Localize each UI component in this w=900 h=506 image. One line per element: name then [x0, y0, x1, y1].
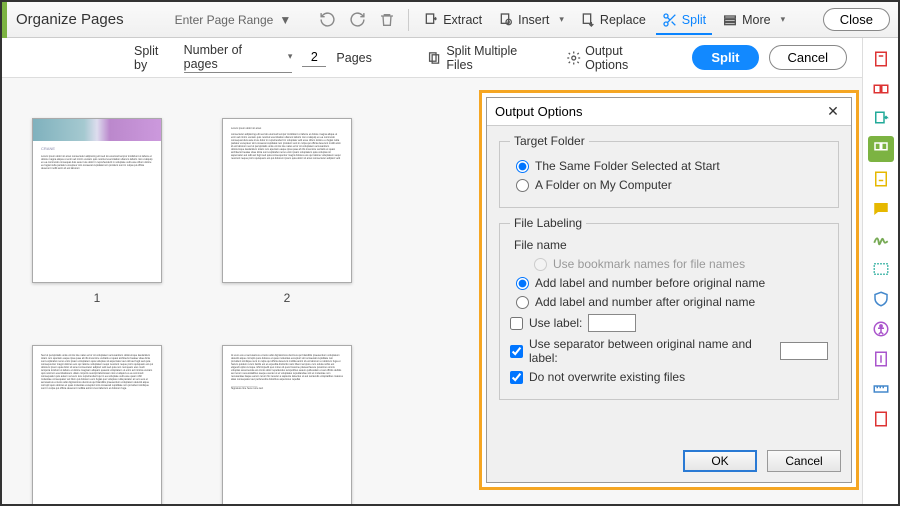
extract-icon [423, 12, 439, 28]
close-icon[interactable]: ✕ [823, 103, 843, 120]
rotate-cw-icon[interactable] [344, 7, 370, 33]
page-count-input[interactable] [302, 48, 326, 67]
split-button[interactable]: Split [656, 6, 712, 34]
same-folder-radio[interactable] [516, 160, 529, 173]
page-thumb[interactable]: Sed ut perspiciatis unde omnis iste natu… [32, 345, 162, 504]
split-multiple-button[interactable]: Split Multiple Files [421, 44, 550, 72]
rotate-ccw-icon[interactable] [314, 7, 340, 33]
no-overwrite-checkbox[interactable] [510, 371, 523, 384]
rail-edit-icon[interactable] [868, 166, 894, 192]
thumb-number: 2 [222, 291, 352, 305]
label-before-radio[interactable] [516, 277, 529, 290]
page-title: Organize Pages [16, 11, 124, 28]
output-options-highlight: Output Options ✕ Target Folder The Same … [479, 90, 859, 490]
ok-button[interactable]: OK [683, 450, 757, 472]
page-thumb[interactable]: Lorem ipsum dolor sit ametconsectetur ad… [222, 118, 352, 305]
rail-measure-icon[interactable] [868, 376, 894, 402]
output-options-dialog: Output Options ✕ Target Folder The Same … [486, 97, 852, 483]
computer-folder-radio[interactable] [516, 179, 529, 192]
bookmark-radio [534, 258, 547, 271]
chevron-down-icon: ▾ [288, 51, 293, 62]
page-thumb[interactable]: At vero eos et accusamus et iusto odio d… [222, 345, 352, 504]
divider [408, 9, 409, 31]
use-label-checkbox[interactable] [510, 317, 523, 330]
chevron-down-icon: ▾ [559, 14, 564, 25]
label-after-radio[interactable] [516, 296, 529, 309]
rail-export-icon[interactable] [868, 106, 894, 132]
chevron-down-icon: ▾ [781, 14, 786, 25]
separator-input[interactable] [780, 342, 828, 360]
rail-accessibility-icon[interactable] [868, 316, 894, 342]
file-name-label: File name [514, 238, 828, 252]
rail-redact-icon[interactable] [868, 256, 894, 282]
insert-icon [498, 12, 514, 28]
rail-sign-icon[interactable] [868, 226, 894, 252]
more-icon [722, 12, 738, 28]
split-subtoolbar: Split by Number of pages▾ Pages Split Mu… [2, 38, 898, 78]
output-options-button[interactable]: Output Options [560, 44, 673, 72]
rail-combine-icon[interactable] [868, 76, 894, 102]
page-range-dropdown[interactable]: Enter Page Range ▼ [168, 10, 299, 30]
header-toolbar: Organize Pages Enter Page Range ▼ Extrac… [2, 2, 898, 38]
rail-organize-icon[interactable] [868, 136, 894, 162]
right-tools-rail [862, 38, 898, 504]
replace-button[interactable]: Replace [574, 6, 652, 34]
file-labeling-group: File Labeling File name Use bookmark nam… [499, 216, 839, 400]
file-labeling-legend: File Labeling [510, 216, 586, 230]
rail-create-pdf-icon[interactable] [868, 46, 894, 72]
dialog-titlebar: Output Options ✕ [487, 98, 851, 126]
insert-button[interactable]: Insert▾ [492, 6, 570, 34]
thumb-number: 1 [32, 291, 162, 305]
use-label-input[interactable] [588, 314, 636, 332]
replace-icon [580, 12, 596, 28]
rail-compare-icon[interactable] [868, 346, 894, 372]
dialog-title: Output Options [495, 104, 582, 119]
cancel-action-button[interactable]: Cancel [769, 45, 847, 70]
target-folder-group: Target Folder The Same Folder Selected a… [499, 134, 839, 208]
gear-icon [566, 50, 581, 66]
split-by-label: Split by [134, 44, 174, 72]
files-icon [427, 50, 442, 66]
rail-comment-icon[interactable] [868, 196, 894, 222]
chevron-down-icon: ▼ [279, 13, 291, 27]
more-button[interactable]: More▾ [716, 6, 791, 34]
split-method-select[interactable]: Number of pages▾ [184, 43, 293, 73]
page-range-label: Enter Page Range [175, 13, 274, 27]
dialog-cancel-button[interactable]: Cancel [767, 450, 841, 472]
rail-protect-icon[interactable] [868, 286, 894, 312]
trash-icon[interactable] [374, 7, 400, 33]
page-thumb[interactable]: CRANELorem ipsum dolor sit amet consecte… [32, 118, 162, 305]
split-action-button[interactable]: Split [692, 45, 758, 70]
rail-more-icon[interactable] [868, 406, 894, 432]
target-folder-legend: Target Folder [510, 134, 589, 148]
separator-checkbox[interactable] [510, 345, 523, 358]
scissors-icon [662, 12, 678, 28]
extract-button[interactable]: Extract [417, 6, 488, 34]
pages-label: Pages [336, 51, 371, 65]
close-button[interactable]: Close [823, 8, 890, 31]
